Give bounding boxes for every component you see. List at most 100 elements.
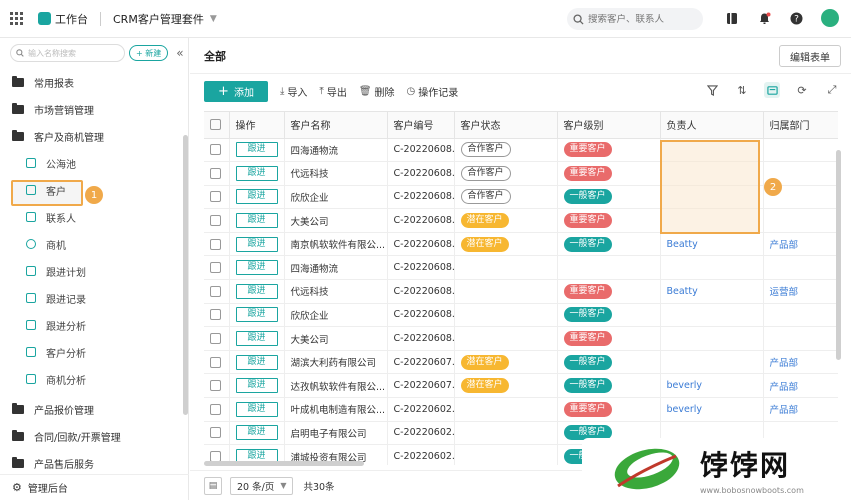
owner-link[interactable]: Beatty — [667, 239, 698, 250]
table-row[interactable]: 跟进南京帆软软件有限公...C-20220608... 潜在客户 一般客户 Beatt… — [204, 232, 838, 257]
table-row[interactable]: 跟进达孜帆软软件有限公...C-20220607... 潜在客户 一般客户 bever… — [204, 373, 838, 399]
owner-link[interactable]: beverly — [667, 404, 703, 415]
sidebar-item[interactable]: 跟进计划 — [0, 259, 86, 283]
sidebar-item[interactable]: 跟进分析 — [0, 313, 86, 337]
customer-name-cell[interactable]: 欣欣企业 — [284, 303, 388, 328]
row-checkbox[interactable] — [210, 144, 221, 156]
row-checkbox[interactable] — [210, 356, 221, 368]
row-checkbox[interactable] — [210, 427, 221, 439]
customer-status-cell[interactable] — [454, 421, 558, 446]
customer-name-cell[interactable]: 叶成机电制造有限公... — [284, 397, 388, 422]
row-checkbox-cell[interactable] — [204, 138, 230, 163]
select-all-checkbox[interactable] — [210, 119, 221, 130]
follow-up-button[interactable]: 跟进 — [235, 236, 278, 252]
customer-level-cell[interactable]: 重要客户 — [557, 208, 661, 233]
follow-up-button[interactable]: 跟进 — [235, 165, 278, 181]
department-cell[interactable] — [763, 255, 838, 281]
follow-up-button[interactable]: 跟进 — [235, 425, 278, 441]
customer-name-cell[interactable]: 南京帆软软件有限公... — [284, 232, 388, 257]
customer-level-cell[interactable]: 一般客户 — [557, 185, 661, 210]
table-row[interactable]: 跟进代远科技C-20220608... 重要客户 Beatty 运营部 — [204, 279, 838, 304]
row-checkbox-cell[interactable] — [204, 350, 230, 375]
department-link[interactable]: 产品部 — [770, 405, 799, 416]
customer-name-cell[interactable]: 代远科技 — [284, 161, 388, 186]
customer-level-cell[interactable]: 重要客户 — [557, 138, 661, 163]
customer-name-cell[interactable]: 达孜帆软软件有限公... — [284, 373, 388, 399]
row-checkbox-cell[interactable] — [204, 185, 230, 210]
delete-button[interactable]: 🗑 删除 — [359, 84, 395, 99]
table-horizontal-scrollbar[interactable] — [204, 461, 364, 466]
row-checkbox[interactable] — [210, 167, 221, 179]
customer-code-cell[interactable]: C-20220602... — [387, 397, 455, 422]
table-row[interactable]: 跟进四海通物流C-20220608... — [204, 255, 838, 281]
sort-icon[interactable]: ⇅ — [734, 82, 750, 98]
row-checkbox[interactable] — [210, 333, 221, 345]
sidebar-search-input[interactable]: 输入名称搜索 — [10, 44, 125, 62]
customer-level-cell[interactable]: 一般客户 — [557, 303, 661, 328]
col-header-status[interactable]: 客户状态 — [454, 112, 558, 139]
customer-name-cell[interactable]: 四海通物流 — [284, 138, 388, 163]
customer-status-cell[interactable] — [454, 397, 558, 422]
customer-level-cell[interactable]: 重要客户 — [557, 326, 661, 351]
customer-name-cell[interactable]: 代远科技 — [284, 279, 388, 304]
chevron-down-icon[interactable]: ▼ — [210, 14, 217, 24]
customer-code-cell[interactable]: C-20220608... — [387, 326, 455, 351]
customer-code-cell[interactable]: C-20220608... — [387, 279, 455, 304]
customer-name-cell[interactable]: 大美公司 — [284, 326, 388, 351]
add-button[interactable]: + 添加 — [204, 80, 268, 102]
department-link[interactable]: 运营部 — [770, 287, 799, 298]
customer-status-cell[interactable]: 潜在客户 — [454, 208, 558, 233]
export-button[interactable]: ⤒ 导出 — [319, 84, 346, 99]
row-checkbox-cell[interactable] — [204, 255, 230, 281]
col-header-owner[interactable]: 负责人 — [660, 112, 764, 139]
sidebar-item[interactable]: 产品售后服务 — [0, 451, 94, 475]
customer-code-cell[interactable]: C-20220608... — [387, 232, 455, 257]
sidebar-item[interactable]: 联系人 — [0, 205, 76, 229]
department-cell[interactable] — [763, 208, 838, 233]
col-header-name[interactable]: 客户名称 — [284, 112, 388, 139]
customer-name-cell[interactable]: 四海通物流 — [284, 255, 388, 281]
app-name[interactable]: 工作台 — [55, 11, 88, 27]
department-cell[interactable] — [763, 303, 838, 328]
customer-level-cell[interactable]: 重要客户 — [557, 279, 661, 304]
sidebar-scrollbar[interactable] — [183, 135, 188, 415]
department-cell[interactable] — [763, 138, 838, 163]
customer-code-cell[interactable]: C-20220607... — [387, 350, 455, 375]
department-cell[interactable]: 产品部 — [763, 232, 838, 257]
row-checkbox[interactable] — [210, 191, 221, 203]
customer-status-cell[interactable]: 合作客户 — [454, 138, 558, 163]
table-vertical-scrollbar[interactable] — [836, 150, 841, 360]
customer-status-cell[interactable] — [454, 279, 558, 304]
customer-code-cell[interactable]: C-20220608... — [387, 208, 455, 233]
customer-status-cell[interactable]: 合作客户 — [454, 161, 558, 186]
sidebar-item[interactable]: 客户 — [0, 178, 66, 202]
customer-code-cell[interactable]: C-20220602... — [387, 421, 455, 446]
department-cell[interactable] — [763, 326, 838, 351]
row-checkbox[interactable] — [210, 262, 221, 274]
col-header-level[interactable]: 客户级别 — [557, 112, 661, 139]
collapse-sidebar-icon[interactable]: « — [176, 46, 183, 60]
sidebar-item[interactable]: 市场营销管理 — [0, 97, 94, 121]
sidebar-item[interactable]: 常用报表 — [0, 70, 74, 94]
sidebar-item[interactable]: 商机 — [0, 232, 66, 256]
table-row[interactable]: 跟进大美公司C-20220608... 重要客户 — [204, 326, 838, 351]
customer-status-cell[interactable]: 潜在客户 — [454, 232, 558, 257]
filter-icon[interactable] — [704, 82, 720, 98]
apps-grid-icon[interactable] — [10, 11, 24, 26]
customer-level-cell[interactable]: 一般客户 — [557, 232, 661, 257]
refresh-icon[interactable]: ⟳ — [794, 82, 810, 98]
customer-level-cell[interactable] — [557, 255, 661, 281]
owner-cell[interactable] — [660, 350, 764, 375]
owner-link[interactable]: Beatty — [667, 286, 698, 297]
row-checkbox[interactable] — [210, 309, 221, 321]
customer-name-cell[interactable]: 欣欣企业 — [284, 185, 388, 210]
row-checkbox[interactable] — [210, 285, 221, 297]
row-height-icon[interactable] — [764, 82, 780, 98]
customer-status-cell[interactable]: 潜在客户 — [454, 373, 558, 399]
customer-code-cell[interactable]: C-20220607... — [387, 373, 455, 399]
department-link[interactable]: 产品部 — [770, 382, 799, 393]
customer-code-cell[interactable]: C-20220608... — [387, 138, 455, 163]
follow-up-button[interactable]: 跟进 — [235, 260, 278, 276]
customer-status-cell[interactable] — [454, 255, 558, 281]
global-search-input[interactable] — [588, 13, 698, 25]
